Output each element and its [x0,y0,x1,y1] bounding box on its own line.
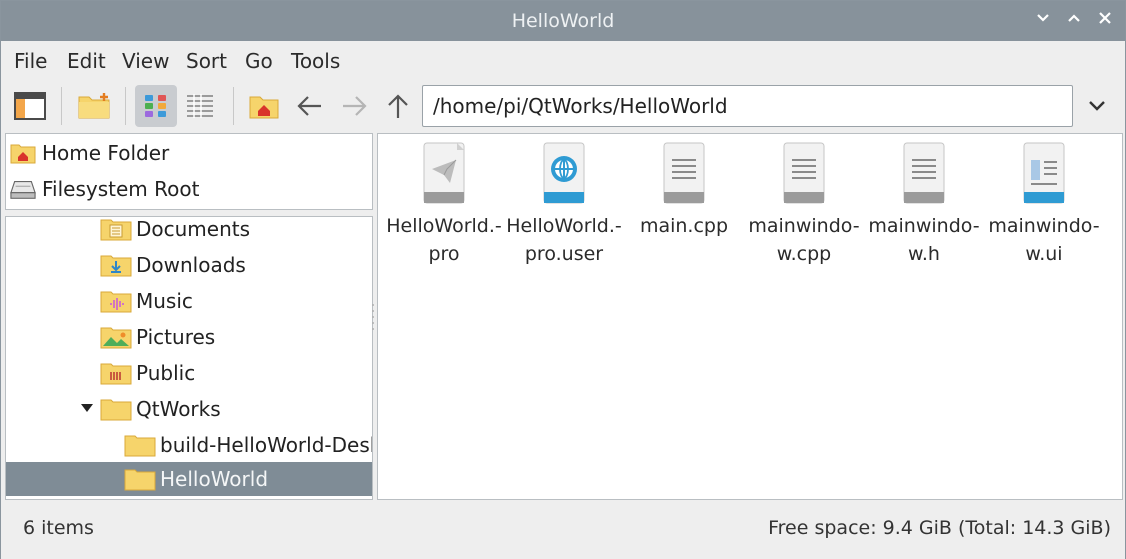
file-name: mainwindo-w.cpp [748,215,860,265]
folder-icon [124,469,156,491]
tree-item-label: QtWorks [136,397,221,421]
maximize-button[interactable] [1062,9,1086,33]
tree-item-music[interactable]: Music [6,284,372,318]
icon-view-button[interactable] [135,85,177,127]
place-filesystem-root[interactable]: Filesystem Root [10,174,199,204]
drive-icon [10,178,36,200]
minimize-button[interactable] [1031,9,1055,33]
documents-folder-icon [100,219,132,241]
qt-project-file-icon [423,142,465,204]
close-button[interactable] [1093,9,1117,33]
expand-arrow-icon[interactable] [80,403,94,413]
file-view: HelloWorld.-pro HelloWorld.-pro.user mai… [377,133,1123,500]
forward-arrow-icon [343,96,367,116]
toolbar-separator [233,87,234,125]
home-button[interactable] [243,85,285,127]
file-item[interactable]: HelloWorld.-pro.user [506,142,622,268]
window-title: HelloWorld [511,10,615,32]
file-name: mainwindo-w.h [868,215,980,265]
music-folder-icon [100,291,132,313]
toolbar-separator [61,87,62,125]
chevron-down-icon [1037,14,1049,22]
menu-sort[interactable]: Sort [186,49,227,73]
toolbar-separator [125,87,126,125]
tree-item-build-helloworld[interactable]: build-HelloWorld-Desktop [6,428,372,462]
tree-item-downloads[interactable]: Downloads [6,248,372,282]
ui-file-icon [1023,142,1065,204]
up-arrow-icon [388,94,408,118]
tree-item-pictures[interactable]: Pictures [6,320,372,354]
file-item[interactable]: HelloWorld.-pro [386,142,502,268]
menu-edit[interactable]: Edit [67,49,106,73]
chevron-down-icon [1089,101,1105,111]
back-arrow-icon [297,96,321,116]
close-icon [1099,12,1111,24]
directory-tree: Documents Downloads Music Pictures Publi… [5,216,373,500]
file-item[interactable]: mainwindo-w.ui [986,142,1102,268]
file-name: main.cpp [639,215,729,237]
place-label: Home Folder [42,141,170,165]
new-folder-icon [78,93,110,119]
file-manager-window: HelloWorld File Edit View Sort Go Tools [0,0,1126,559]
place-home-folder[interactable]: Home Folder [10,138,169,168]
folder-icon [124,435,156,457]
pane-splitter-handle[interactable] [371,301,375,331]
icon-view-icon [145,95,166,117]
tree-item-documents[interactable]: Documents [6,217,372,246]
back-button[interactable] [289,85,331,127]
address-bar[interactable]: /home/pi/QtWorks/HelloWorld [422,85,1073,127]
menu-view[interactable]: View [122,49,169,73]
downloads-folder-icon [100,255,132,277]
tree-item-public[interactable]: Public [6,356,372,390]
tree-item-label: Music [136,289,193,313]
sidebar-toggle-icon [14,92,46,120]
menu-bar: File Edit View Sort Go Tools [1,41,1125,79]
menu-file[interactable]: File [14,49,47,73]
tree-item-qtworks[interactable]: QtWorks [6,392,372,426]
text-file-icon [903,142,945,204]
tree-item-label: Public [136,361,196,385]
file-item[interactable]: mainwindo-w.cpp [746,142,862,268]
menu-go[interactable]: Go [245,49,273,73]
file-name: HelloWorld.-pro.user [506,215,622,265]
file-item[interactable]: mainwindo-w.h [866,142,982,268]
tree-item-label: build-HelloWorld-Desktop [160,433,372,457]
list-view-icon [187,94,213,118]
forward-button[interactable] [333,85,375,127]
home-icon [249,96,279,119]
tree-item-label: Downloads [136,253,246,277]
toggle-sidebar-button[interactable] [9,85,51,127]
folder-icon [100,399,132,421]
up-button[interactable] [377,85,419,127]
toolbar: /home/pi/QtWorks/HelloWorld [1,79,1125,133]
menu-tools[interactable]: Tools [291,49,340,73]
file-name: mainwindo-w.ui [988,215,1100,265]
tree-item-label: HelloWorld [160,467,269,491]
places-pane: Home Folder Filesystem Root [5,133,373,210]
address-history-button[interactable] [1081,87,1113,125]
pictures-folder-icon [100,327,132,349]
tree-item-label: Documents [136,217,251,241]
item-count: 6 items [23,517,94,539]
new-folder-button[interactable] [73,85,115,127]
public-folder-icon [100,363,132,385]
home-folder-icon [10,142,36,164]
title-bar[interactable]: HelloWorld [1,1,1125,41]
tree-item-label: Pictures [136,325,216,349]
file-item[interactable]: main.cpp [626,142,742,240]
chevron-up-icon [1068,14,1080,22]
file-name: HelloWorld.-pro [386,215,502,265]
tree-item-helloworld[interactable]: HelloWorld [6,462,372,496]
place-label: Filesystem Root [42,177,200,201]
xml-file-icon [543,142,585,204]
free-space: Free space: 9.4 GiB (Total: 14.3 GiB) [768,517,1111,539]
status-bar: 6 items Free space: 9.4 GiB (Total: 14.3… [1,501,1125,559]
text-file-icon [663,142,705,204]
text-file-icon [783,142,825,204]
list-view-button[interactable] [179,85,221,127]
